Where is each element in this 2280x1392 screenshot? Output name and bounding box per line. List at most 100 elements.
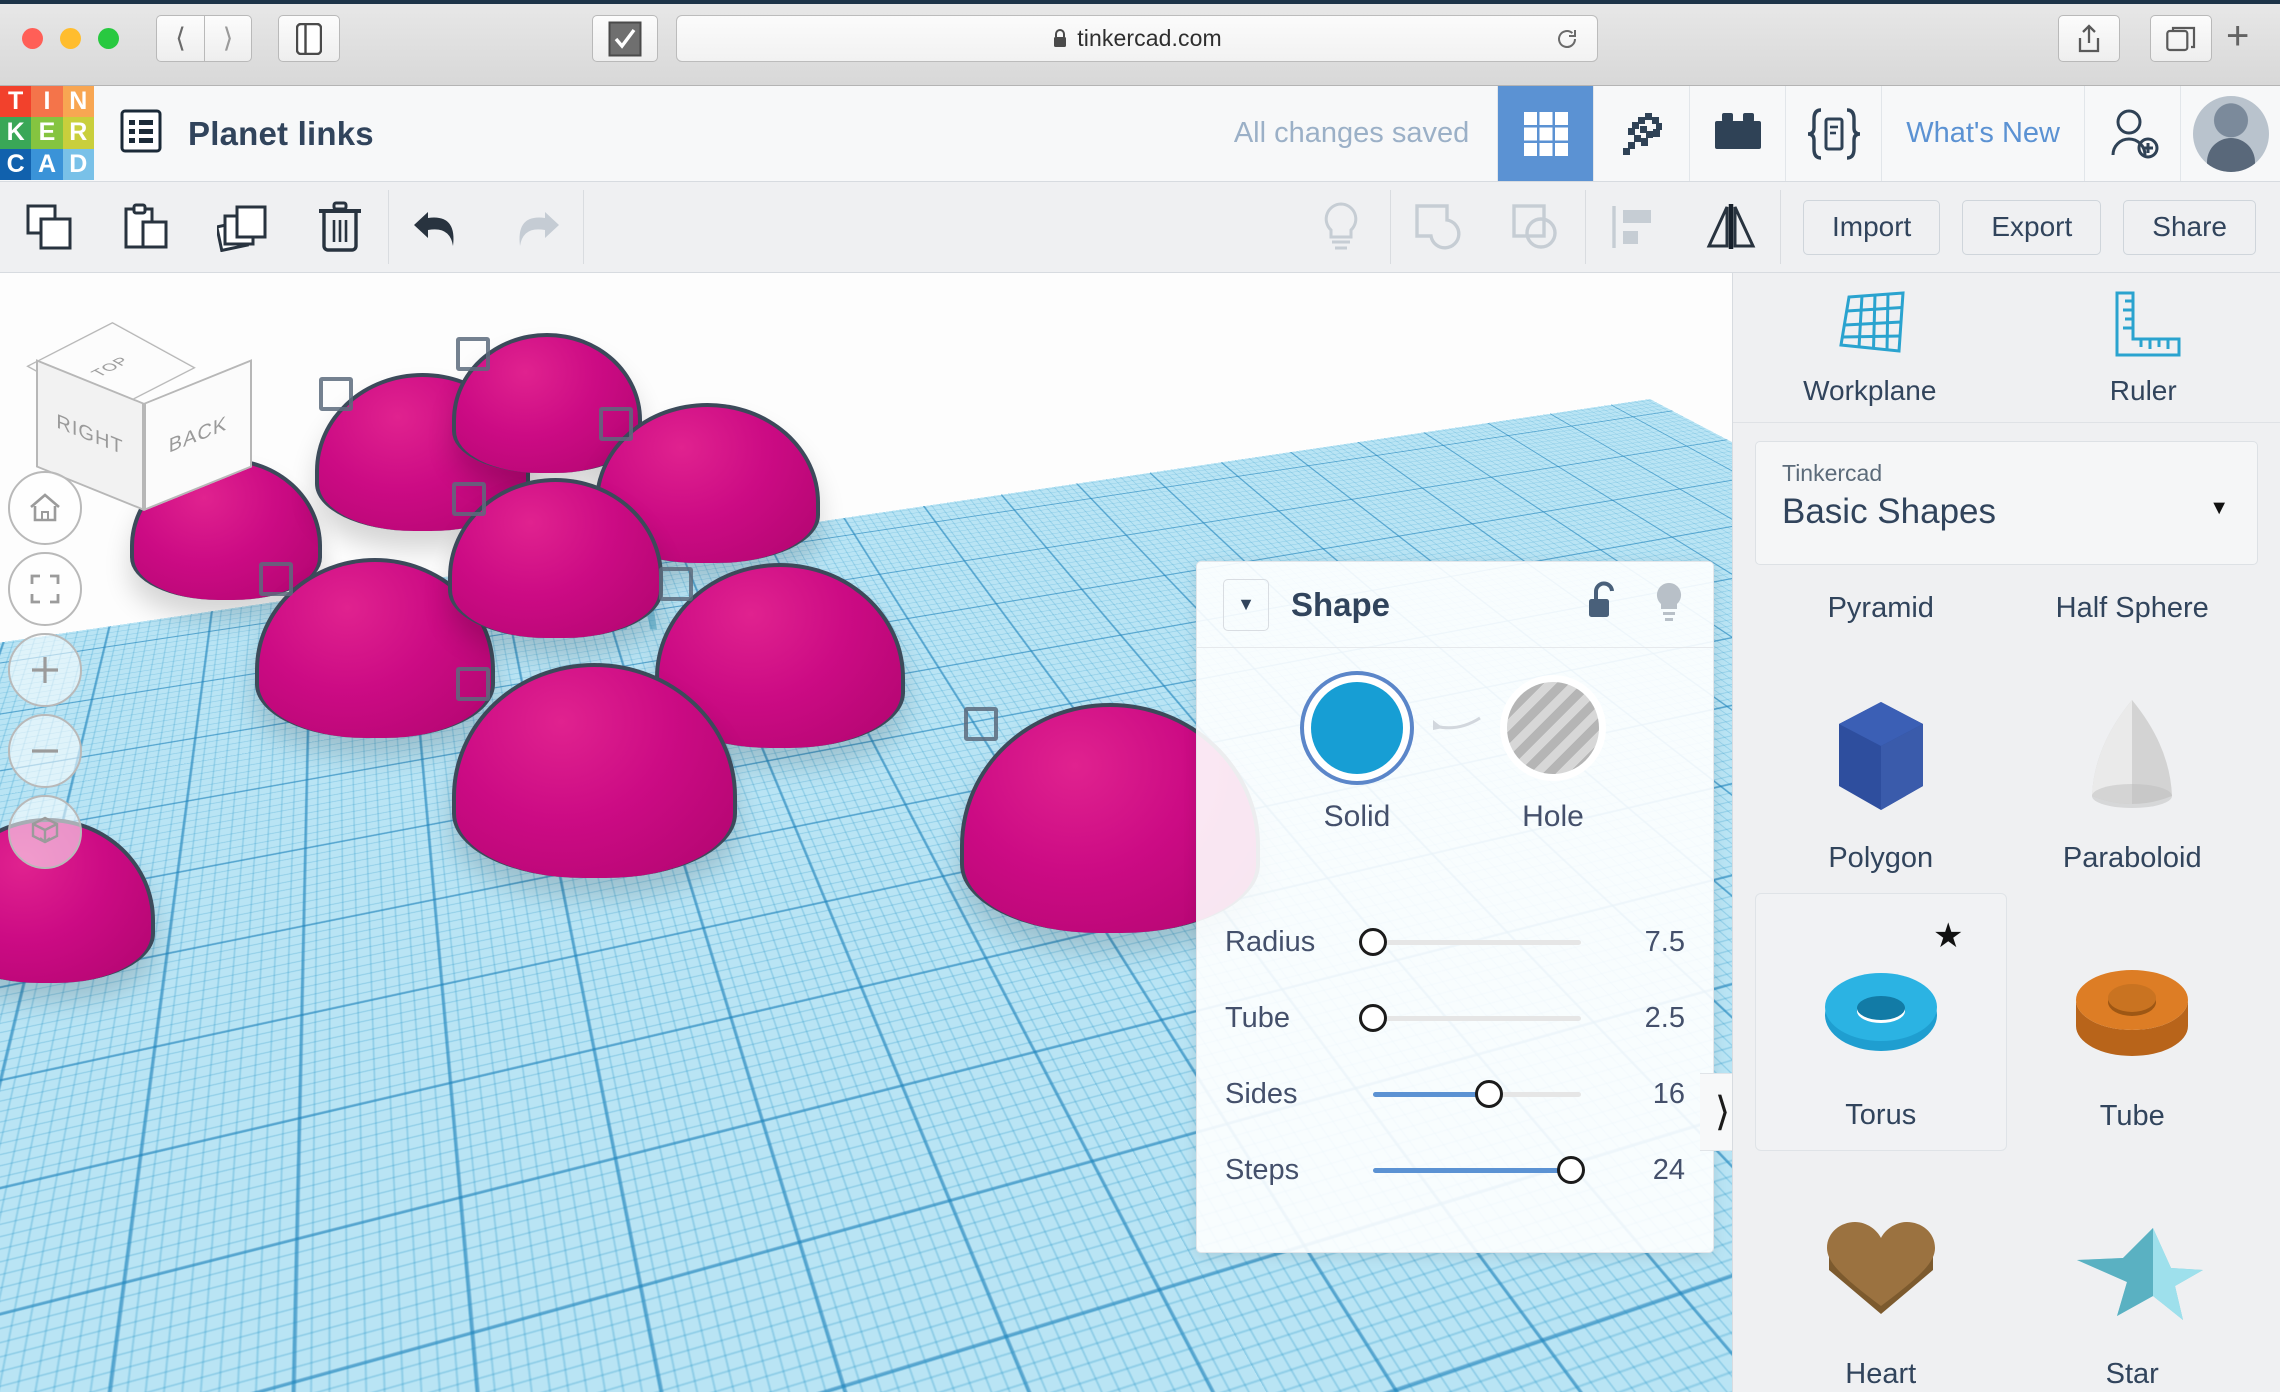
export-button[interactable]: Export xyxy=(1962,199,2102,255)
whats-new-link[interactable]: What's New xyxy=(1881,86,2084,181)
shape-library-item[interactable]: Tube xyxy=(2007,893,2259,1151)
zoom-out-icon[interactable] xyxy=(8,714,82,788)
shape-library-item-label: Polygon xyxy=(1828,842,1934,874)
ungroup-icon[interactable] xyxy=(1488,182,1585,272)
shape-library-item-label: Paraboloid xyxy=(2062,842,2202,874)
caret-down-icon[interactable]: ▼ xyxy=(1223,578,1269,631)
design-canvas[interactable]: Workplane TOP RIGHT BACK ▼ Shape xyxy=(0,273,1732,1392)
lightbulb-icon[interactable] xyxy=(1651,580,1687,629)
minecraft-pickaxe-icon[interactable] xyxy=(1593,86,1690,181)
share-button[interactable]: Share xyxy=(2123,199,2256,255)
panel-expand-chevron-right-icon[interactable]: ⟩ xyxy=(1700,1073,1732,1151)
lightbulb-icon[interactable] xyxy=(1293,182,1390,272)
solid-hole-selector[interactable]: Solid Hole xyxy=(1197,682,1713,834)
shape-library-select[interactable]: Tinkercad Basic Shapes ▼ xyxy=(1755,441,2258,565)
ortho-perspective-icon[interactable] xyxy=(8,795,82,869)
window-minimize-button[interactable] xyxy=(60,28,81,49)
grid-blocks-icon[interactable] xyxy=(1497,86,1594,181)
mirror-icon[interactable] xyxy=(1683,182,1780,272)
slider-knob[interactable] xyxy=(1475,1080,1504,1108)
copy-icon[interactable] xyxy=(0,182,97,272)
parameter-label: Radius xyxy=(1225,925,1316,958)
hole-label: Hole xyxy=(1522,800,1584,833)
address-bar[interactable]: tinkercad.com xyxy=(676,15,1598,62)
group-icon[interactable] xyxy=(1391,182,1488,272)
unlock-icon[interactable] xyxy=(1585,581,1621,628)
sidebar-toggle-icon[interactable] xyxy=(278,15,340,62)
caret-down-icon[interactable]: ▼ xyxy=(2209,497,2229,520)
parameter-row[interactable]: Radius 7.5 xyxy=(1225,904,1685,980)
paraboloid-icon xyxy=(2057,686,2207,826)
window-close-button[interactable] xyxy=(22,28,43,49)
browser-chrome: ⟨ ⟩ tinkercad.com + xyxy=(0,0,2280,86)
new-tab-icon[interactable] xyxy=(2150,15,2212,62)
paste-icon[interactable] xyxy=(97,182,194,272)
import-button[interactable]: Import xyxy=(1802,199,1941,255)
shape-properties-panel[interactable]: ▼ Shape Solid Hole Radius 7.5 Tube 2.5 S… xyxy=(1196,561,1714,1253)
shape-library-item[interactable]: ★ Torus xyxy=(1755,893,2007,1151)
shapes-sidebar[interactable]: Workplane Ruler Tinkercad Basic Shapes ▼… xyxy=(1732,273,2280,1392)
logo-cell: E xyxy=(31,117,63,149)
slider-fill xyxy=(1373,1167,1571,1173)
shape-library-item[interactable]: Paraboloid xyxy=(2007,635,2259,893)
align-icon[interactable] xyxy=(1586,182,1683,272)
window-maximize-button[interactable] xyxy=(98,28,119,49)
sidebar-item-workplane[interactable]: Workplane xyxy=(1733,273,2007,422)
duplicate-icon[interactable] xyxy=(194,182,291,272)
redo-arrow-icon[interactable] xyxy=(486,182,583,272)
zoom-in-icon[interactable] xyxy=(8,633,82,707)
reload-icon[interactable] xyxy=(1555,27,1579,51)
undo-arrow-icon[interactable] xyxy=(389,182,486,272)
page-title: Planet links xyxy=(188,114,374,152)
shape-library-item-label: Torus xyxy=(1845,1099,1917,1131)
sidebar-item-ruler[interactable]: Ruler xyxy=(2007,273,2280,422)
heart-solid-icon xyxy=(1806,1202,1956,1342)
save-status: All changes saved xyxy=(1233,117,1470,149)
parameter-value: 16 xyxy=(1652,1077,1685,1110)
new-tab-plus-button[interactable]: + xyxy=(2226,16,2249,56)
list-panel-icon[interactable] xyxy=(120,109,162,158)
shape-library-item[interactable]: Polygon xyxy=(1755,635,2007,893)
shape-panel-body: Solid Hole Radius 7.5 Tube 2.5 Sides 16 Steps 2… xyxy=(1197,648,1713,1208)
shape-library-item[interactable]: Heart xyxy=(1755,1151,2007,1392)
tube-ring-icon xyxy=(2057,944,2207,1084)
clipped-shape-label: Half Sphere xyxy=(2055,592,2209,624)
shape-library-grid[interactable]: Polygon Paraboloid ★ Torus Tube Heart Star xyxy=(1733,635,2280,1392)
solid-option[interactable]: Solid xyxy=(1311,682,1403,834)
checkbox-checked-icon[interactable] xyxy=(592,15,658,62)
shape-library-item[interactable]: Star xyxy=(2007,1151,2259,1392)
browser-forward-button[interactable]: ⟩ xyxy=(204,15,252,62)
slider-knob[interactable] xyxy=(1359,928,1387,956)
lego-brick-icon[interactable] xyxy=(1689,86,1786,181)
parameter-slider[interactable] xyxy=(1359,1004,1581,1032)
sidebar-tool-label: Workplane xyxy=(1803,374,1937,406)
view-cube[interactable]: TOP RIGHT BACK xyxy=(26,313,252,511)
share-upload-icon[interactable] xyxy=(2058,15,2120,62)
parameter-row[interactable]: Tube 2.5 xyxy=(1225,980,1685,1056)
avatar[interactable] xyxy=(2180,86,2280,181)
logo-cell: A xyxy=(31,148,63,180)
shape-library-item-label: Heart xyxy=(1845,1358,1917,1390)
browser-back-button[interactable]: ⟨ xyxy=(156,15,204,62)
fit-to-view-icon[interactable] xyxy=(8,552,82,626)
code-blocks-icon[interactable] xyxy=(1785,86,1882,181)
parameter-slider[interactable] xyxy=(1373,1156,1585,1184)
lock-icon xyxy=(1054,29,1067,47)
parameter-value: 24 xyxy=(1652,1153,1685,1186)
hole-option[interactable]: Hole xyxy=(1507,682,1599,834)
sidebar-tool-label: Ruler xyxy=(2109,374,2177,406)
library-owner-label: Tinkercad xyxy=(1782,460,1883,486)
solid-color-swatch[interactable] xyxy=(1311,682,1403,774)
delete-trash-icon[interactable] xyxy=(291,182,388,272)
hole-pattern-swatch[interactable] xyxy=(1507,682,1599,774)
parameter-slider[interactable] xyxy=(1373,1080,1581,1108)
tinkercad-logo[interactable]: T I N K E R C A D xyxy=(0,86,94,180)
slider-knob[interactable] xyxy=(1556,1156,1585,1184)
favorite-star-icon[interactable]: ★ xyxy=(1933,916,1963,956)
parameter-row[interactable]: Steps 24 xyxy=(1225,1132,1685,1208)
slider-knob[interactable] xyxy=(1359,1004,1387,1032)
parameter-row[interactable]: Sides 16 xyxy=(1225,1056,1685,1132)
parameter-slider[interactable] xyxy=(1359,928,1581,956)
add-person-icon[interactable] xyxy=(2084,86,2180,181)
home-icon[interactable] xyxy=(8,471,82,545)
